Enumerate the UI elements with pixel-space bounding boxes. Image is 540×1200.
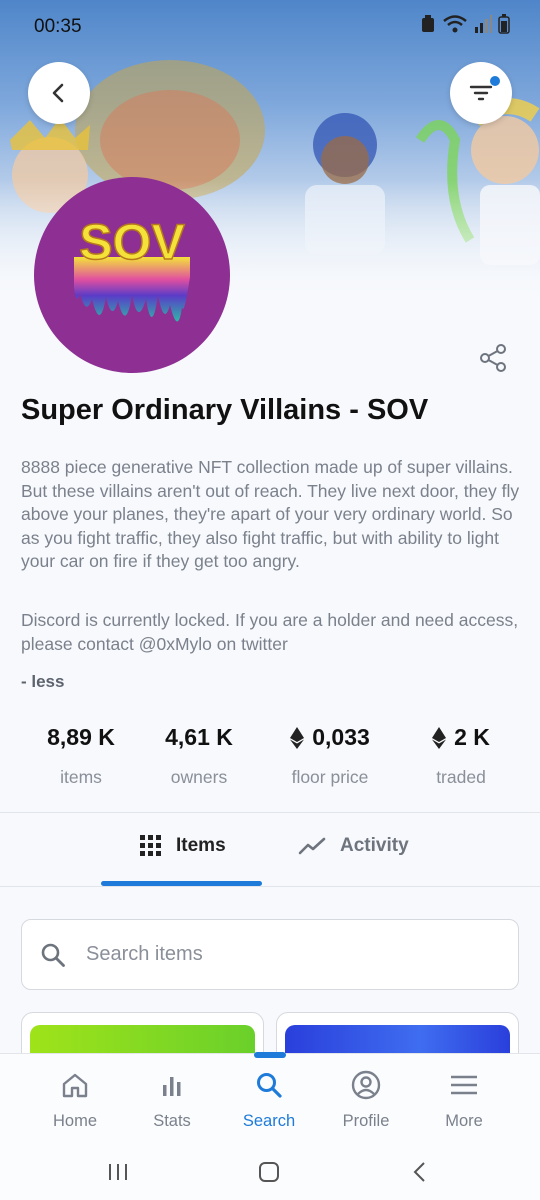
collection-stats: 8,89 K items 4,61 K owners 0,033 floor p… (0, 724, 540, 794)
sov-logo: SOV (74, 213, 190, 322)
filter-button[interactable] (450, 62, 512, 124)
search-icon (41, 943, 65, 967)
stat-owners-value: 4,61 K (165, 724, 233, 750)
stat-owners-label: owners (170, 767, 228, 787)
stat-floor-price-label: floor price (291, 767, 369, 787)
back-arrow-icon (413, 1162, 425, 1182)
search-input[interactable] (86, 943, 486, 966)
stat-traded-label: traded (436, 767, 486, 787)
stat-owners: 4,61 K owners (148, 724, 250, 788)
recent-apps-icon (109, 1164, 127, 1180)
nav-search[interactable]: Search (224, 1070, 314, 1131)
activity-chart-icon (298, 837, 326, 855)
collection-avatar: SOV (34, 177, 230, 373)
nav-more[interactable]: More (419, 1070, 509, 1131)
nav-active-indicator (254, 1052, 286, 1058)
nav-search-label: Search (242, 1112, 296, 1130)
status-bar: 00:35 (0, 0, 540, 56)
collection-tabs: Items Activity (0, 813, 540, 887)
signal-icon (475, 15, 492, 33)
collection-description-extra: Discord is currently locked. If you are … (21, 610, 519, 654)
home-system-button[interactable] (254, 1159, 284, 1185)
menu-icon (451, 1075, 477, 1095)
tab-items[interactable]: Items (140, 835, 226, 857)
collection-title: Super Ordinary Villains - SOV (21, 394, 429, 426)
grid-icon (140, 835, 161, 856)
status-icons (420, 14, 510, 34)
nav-home[interactable]: Home (30, 1070, 120, 1131)
search-items-box[interactable] (21, 919, 519, 990)
stat-items: 8,89 K items (30, 724, 132, 788)
divider (0, 886, 540, 887)
battery-saver-icon (422, 15, 434, 32)
stat-items-label: items (60, 767, 102, 787)
stat-traded-value: 2 K (454, 724, 490, 750)
home-square-icon (259, 1162, 279, 1182)
stat-traded: 2 K traded (410, 724, 512, 788)
tab-activity-label: Activity (340, 835, 409, 856)
search-icon (257, 1073, 282, 1098)
bottom-nav: Home Stats Search Profile More (0, 1052, 540, 1145)
tab-activity[interactable]: Activity (298, 835, 409, 857)
status-time: 00:35 (34, 16, 82, 37)
stat-floor-price-value: 0,033 (312, 724, 370, 750)
ethereum-icon (432, 726, 447, 749)
filter-active-dot (490, 76, 500, 86)
wifi-icon (443, 15, 467, 33)
nav-profile-label: Profile (342, 1112, 390, 1130)
nav-home-label: Home (52, 1112, 97, 1130)
recent-apps-button[interactable] (103, 1159, 133, 1185)
stat-items-value: 8,89 K (47, 724, 115, 750)
battery-icon (498, 14, 510, 34)
stat-floor-price: 0,033 floor price (270, 724, 390, 788)
nav-profile[interactable]: Profile (321, 1070, 411, 1131)
system-nav-bar (0, 1145, 540, 1200)
show-less-link[interactable]: - less (21, 672, 64, 692)
stats-bar-icon (163, 1077, 181, 1096)
collection-description: 8888 piece generative NFT collection mad… (21, 457, 520, 571)
nav-stats[interactable]: Stats (127, 1070, 217, 1131)
filter-icon (469, 85, 493, 101)
tab-items-label: Items (176, 835, 226, 856)
system-back-button[interactable] (405, 1159, 435, 1185)
sov-logo-text: SOV (79, 214, 185, 270)
chevron-left-icon (52, 83, 64, 103)
ethereum-icon (290, 726, 305, 749)
home-icon (62, 1073, 88, 1098)
back-button[interactable] (28, 62, 90, 124)
nav-stats-label: Stats (153, 1112, 191, 1130)
share-icon[interactable] (478, 343, 508, 373)
profile-icon (351, 1070, 381, 1100)
nav-more-label: More (445, 1112, 483, 1130)
